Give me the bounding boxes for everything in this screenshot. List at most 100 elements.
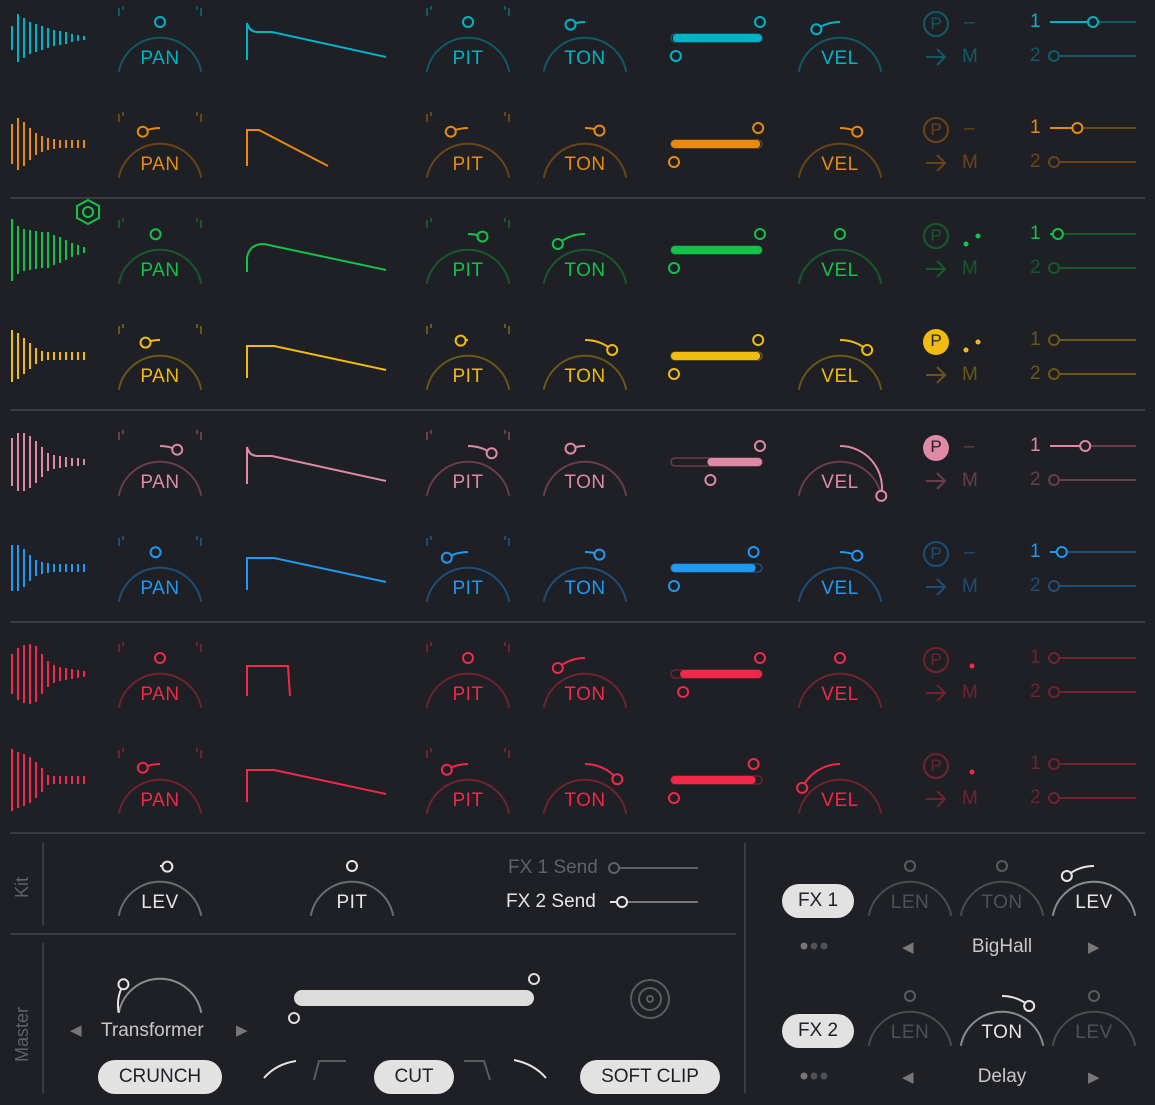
choke-mode-dash[interactable]: – — [964, 542, 975, 564]
range-start-handle[interactable] — [668, 792, 680, 804]
waveform-display[interactable] — [10, 112, 90, 182]
knob-handle[interactable] — [154, 16, 166, 28]
slider-handle[interactable] — [616, 896, 628, 908]
prev-fx-preset-icon[interactable]: ◀ — [902, 938, 914, 956]
knob-handle[interactable] — [462, 16, 474, 28]
range-start-handle[interactable] — [704, 474, 717, 486]
knob-handle[interactable] — [1088, 990, 1100, 1002]
knob-handle[interactable] — [154, 652, 166, 664]
knob-handle[interactable] — [136, 125, 149, 138]
tone-knob[interactable]: TON — [541, 226, 629, 286]
drive-arc[interactable] — [116, 955, 204, 1015]
soft-clip-button[interactable]: SOFT CLIP — [580, 1060, 720, 1094]
fx1-send-slider[interactable] — [1048, 330, 1136, 350]
knob-handle[interactable] — [564, 442, 577, 455]
knob-handle[interactable] — [564, 18, 577, 31]
send-slider-track[interactable] — [1048, 470, 1136, 490]
play-mode-button[interactable]: P — [923, 435, 949, 461]
waveform-display[interactable] — [10, 218, 90, 288]
range-end-handle[interactable] — [528, 973, 540, 985]
pitch-knob[interactable]: PIT — [424, 430, 512, 498]
range-end-handle[interactable] — [747, 758, 760, 770]
slider-handle[interactable] — [1055, 546, 1068, 558]
knob-handle[interactable] — [851, 549, 864, 562]
knob-handle[interactable] — [1060, 869, 1073, 882]
pitch-knob[interactable]: PIT — [424, 112, 512, 180]
send-slider-track[interactable] — [1048, 788, 1136, 808]
sample-range-slider[interactable] — [666, 546, 770, 596]
pan-knob[interactable]: PAN — [116, 748, 204, 816]
fx2-send-slider[interactable] — [1048, 364, 1136, 384]
waveform-display[interactable] — [10, 6, 90, 76]
envelope-display[interactable] — [246, 20, 388, 66]
fx2-send-slider[interactable] — [1048, 788, 1136, 808]
choke-mode-dots-icon[interactable] — [960, 334, 986, 358]
sample-range-slider[interactable] — [666, 228, 770, 278]
fx2-send-slider[interactable] — [1048, 576, 1136, 596]
more-options-icon[interactable] — [800, 1070, 834, 1082]
knob-handle[interactable] — [606, 343, 619, 356]
fx1-lev-knob[interactable]: LEV — [1050, 858, 1138, 918]
choke-mode-dash[interactable]: – — [964, 118, 975, 140]
next-fx-preset-icon[interactable]: ▶ — [1088, 1068, 1100, 1086]
fx2-send-slider[interactable] — [1048, 470, 1136, 490]
target-icon[interactable] — [628, 978, 672, 1022]
knob-handle[interactable] — [476, 230, 489, 243]
route-output-label[interactable]: M — [962, 788, 978, 810]
slider-handle[interactable] — [1048, 368, 1060, 380]
range-end-handle[interactable] — [754, 652, 766, 664]
play-mode-button[interactable]: P — [923, 329, 949, 355]
pan-knob[interactable]: PAN — [116, 430, 204, 498]
send-slider-track[interactable] — [1048, 754, 1136, 774]
knob-handle[interactable] — [139, 336, 152, 349]
slider-handle[interactable] — [1048, 792, 1060, 804]
pan-knob[interactable]: PAN — [116, 642, 204, 710]
fx2-send-slider[interactable] — [1048, 152, 1136, 172]
fx1-send-slider[interactable] — [1048, 648, 1136, 668]
knob-handle[interactable] — [861, 343, 874, 356]
tone-knob[interactable]: TON — [541, 332, 629, 392]
knob-handle[interactable] — [149, 228, 162, 241]
knob-handle[interactable] — [454, 334, 467, 347]
knob-handle[interactable] — [851, 125, 864, 138]
slider-handle[interactable] — [1048, 262, 1060, 274]
fx1-send-slider[interactable] — [608, 858, 700, 878]
knob-handle[interactable] — [904, 990, 916, 1002]
choke-mode-dots-icon[interactable] — [960, 228, 986, 252]
send-slider-track[interactable] — [610, 892, 698, 912]
fx1-send-slider[interactable] — [1050, 224, 1136, 244]
fx1-ton-knob[interactable]: TON — [958, 858, 1046, 918]
send-slider-track[interactable] — [1050, 436, 1136, 456]
velocity-knob[interactable]: VEL — [796, 14, 884, 74]
tone-knob[interactable]: TON — [541, 14, 629, 74]
knob-handle[interactable] — [551, 237, 564, 250]
velocity-knob[interactable]: VEL — [796, 120, 884, 180]
range-end-handle[interactable] — [754, 440, 766, 452]
pitch-knob[interactable]: PIT — [424, 6, 512, 74]
choke-mode-dot-icon[interactable] — [960, 758, 986, 782]
route-output-label[interactable]: M — [962, 258, 978, 280]
waveform-display[interactable] — [10, 430, 90, 500]
knob-handle[interactable] — [117, 978, 130, 991]
knob-handle[interactable] — [440, 763, 453, 776]
send-slider-track[interactable] — [1048, 330, 1136, 350]
knob-handle[interactable] — [171, 443, 184, 456]
range-start-handle[interactable] — [677, 686, 690, 698]
choke-mode-dash[interactable]: – — [964, 12, 975, 34]
slider-handle[interactable] — [1048, 474, 1060, 486]
fx1-send-slider[interactable] — [1048, 754, 1136, 774]
pan-knob[interactable]: PAN — [116, 112, 204, 180]
send-slider-track[interactable] — [1050, 542, 1136, 562]
fx2-lev-knob[interactable]: LEV — [1050, 988, 1138, 1048]
knob-handle[interactable] — [904, 860, 916, 872]
crunch-button[interactable]: CRUNCH — [98, 1060, 222, 1094]
knob-handle[interactable] — [1023, 999, 1036, 1012]
route-output-label[interactable]: M — [962, 46, 978, 68]
range-start-handle[interactable] — [668, 156, 680, 168]
knob-handle[interactable] — [834, 228, 846, 240]
knob-handle[interactable] — [485, 447, 498, 460]
range-start-handle[interactable] — [668, 580, 680, 592]
send-slider-track[interactable] — [608, 858, 698, 878]
pitch-knob[interactable]: PIT — [424, 324, 512, 392]
fx1-send-slider[interactable] — [1050, 118, 1136, 138]
